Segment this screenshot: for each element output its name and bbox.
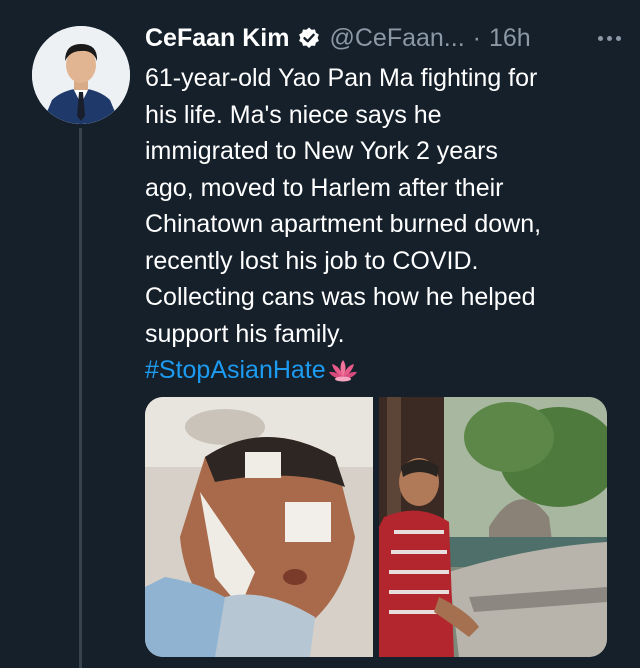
tweet-text-line: recently lost his job to COVID. xyxy=(145,246,479,275)
media-photo-portrait[interactable] xyxy=(379,397,607,657)
tweet-text-line: Chinatown apartment burned down, xyxy=(145,210,542,238)
hashtag-line: #StopAsianHate xyxy=(145,352,615,389)
author-avatar[interactable] xyxy=(32,26,130,124)
tweet-content: CeFaan Kim @CeFaan... · 16h 61-year-old … xyxy=(145,18,621,389)
header-separator: · xyxy=(472,23,481,52)
media-photo-hospital[interactable] xyxy=(145,397,373,657)
tweet-header: CeFaan Kim @CeFaan... · 16h xyxy=(145,18,621,58)
more-options-icon[interactable] xyxy=(598,35,621,41)
avatar-image xyxy=(32,26,130,124)
hashtag-link[interactable]: #StopAsianHate xyxy=(145,356,326,384)
portrait-photo xyxy=(379,397,607,657)
author-name[interactable]: CeFaan Kim xyxy=(145,24,289,53)
lotus-emoji-icon xyxy=(328,360,357,382)
tweet-text: 61-year-old Yao Pan Ma fighting for his … xyxy=(145,60,615,389)
verified-badge-icon xyxy=(299,27,320,48)
author-handle[interactable]: @CeFaan... xyxy=(329,24,464,53)
tweet-text-line: his life. Ma's niece says he xyxy=(145,100,442,129)
tweet-text-line: ago, moved to Harlem after their xyxy=(145,173,504,202)
tweet-text-line: 61-year-old Yao Pan Ma fighting for xyxy=(145,64,538,92)
hospital-photo xyxy=(145,397,373,657)
tweet-text-line: support his family. xyxy=(145,319,345,348)
tweet-text-line: Collecting cans was how he helped xyxy=(145,283,536,311)
tweet-text-line: immigrated to New York 2 years xyxy=(145,137,498,165)
tweet-media[interactable] xyxy=(145,397,607,657)
thread-connector-line xyxy=(79,128,82,668)
tweet-timestamp[interactable]: 16h xyxy=(489,24,531,53)
